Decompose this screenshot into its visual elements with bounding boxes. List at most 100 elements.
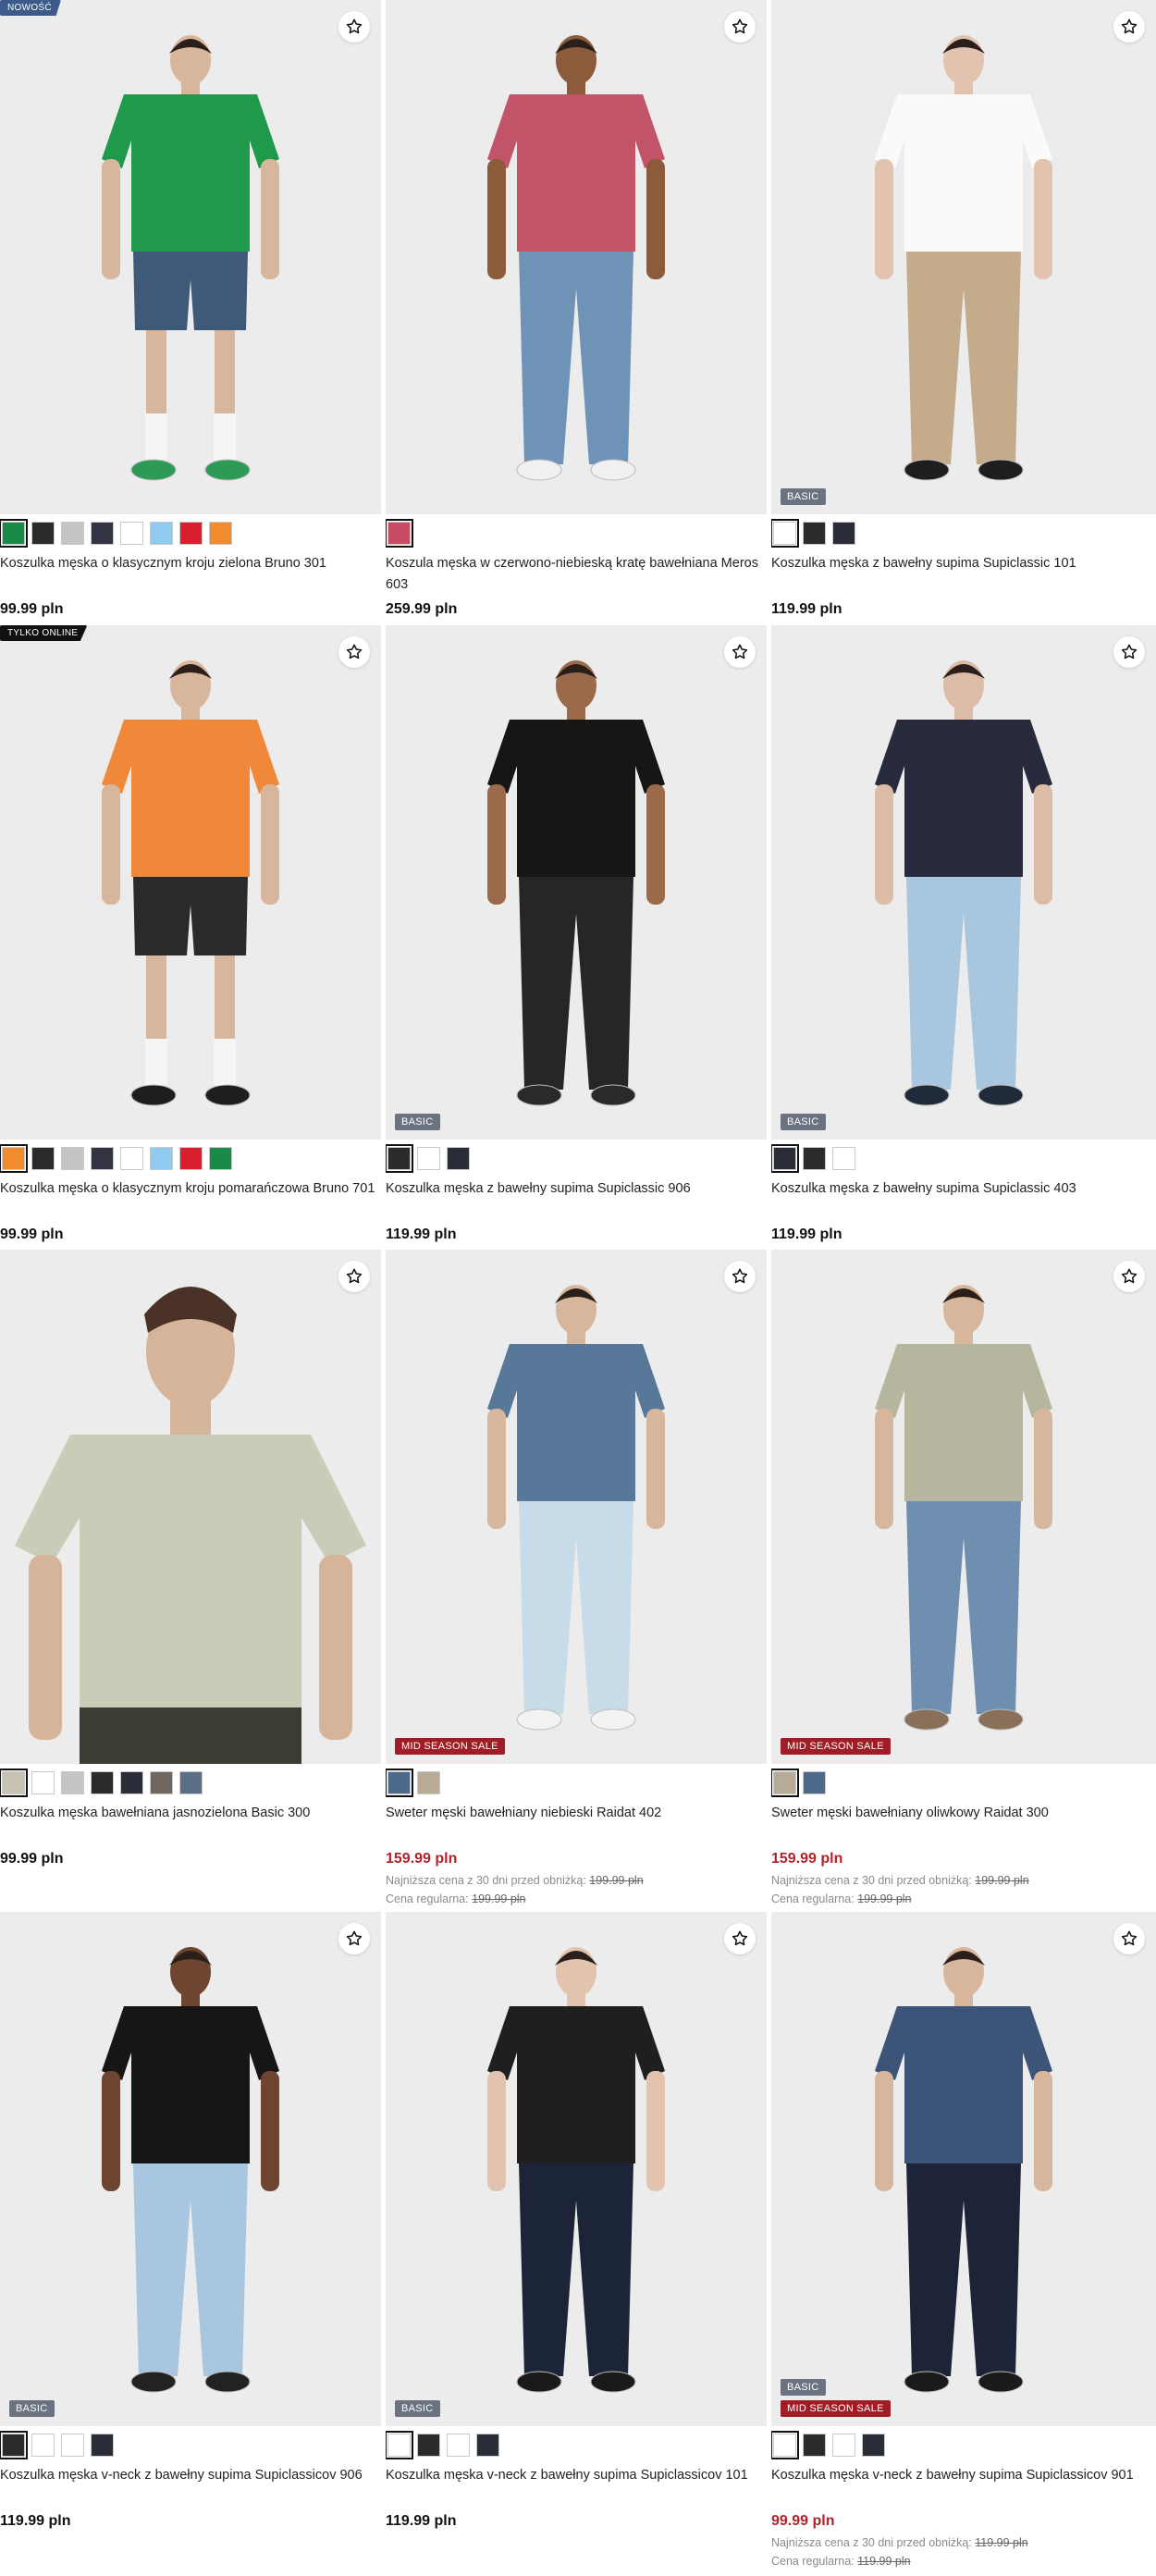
color-swatch[interactable] — [862, 2434, 885, 2457]
product-image[interactable]: NOWOŚĆ — [0, 0, 381, 514]
color-swatch[interactable] — [832, 522, 855, 545]
add-to-favorites-button[interactable] — [338, 1261, 370, 1292]
color-swatch[interactable] — [61, 1147, 84, 1170]
add-to-favorites-button[interactable] — [338, 11, 370, 43]
color-swatch[interactable] — [179, 1147, 203, 1170]
color-swatch[interactable] — [179, 1771, 203, 1794]
color-swatch[interactable] — [447, 2434, 470, 2457]
product-image[interactable]: BASIC MID SEASON SALE — [771, 1912, 1156, 2426]
product-card[interactable]: NOWOŚĆ Koszulka męska o klasycznym kroju … — [0, 0, 381, 625]
color-swatch[interactable] — [0, 1144, 28, 1173]
color-swatch[interactable] — [61, 2434, 84, 2457]
product-name[interactable]: Koszulka męska v-neck z bawełny supima S… — [386, 2465, 767, 2486]
add-to-favorites-button[interactable] — [724, 1261, 756, 1292]
product-image[interactable]: TYLKO ONLINE — [0, 625, 381, 1140]
color-swatch[interactable] — [150, 522, 173, 545]
product-name[interactable]: Koszulka męska z bawełny supima Supiclas… — [771, 1178, 1156, 1200]
product-name[interactable]: Sweter męski bawełniany oliwkowy Raidat … — [771, 1803, 1156, 1824]
product-name[interactable]: Koszulka męska o klasycznym kroju pomara… — [0, 1178, 381, 1200]
product-image[interactable]: BASIC — [386, 1912, 767, 2426]
color-swatch[interactable] — [771, 1769, 799, 1797]
product-card[interactable]: BASIC Koszulka męska v-neck z bawełny sup… — [0, 1912, 381, 2576]
color-swatch[interactable] — [386, 1769, 413, 1797]
color-swatch[interactable] — [771, 1144, 799, 1173]
color-swatch[interactable] — [31, 2434, 55, 2457]
color-swatch[interactable] — [417, 2434, 440, 2457]
product-card[interactable]: BASIC Koszulka męska z bawełny supima Sup… — [771, 0, 1156, 625]
product-name[interactable]: Koszulka męska z bawełny supima Supiclas… — [771, 553, 1156, 574]
color-swatch[interactable] — [0, 1769, 28, 1797]
product-image[interactable]: MID SEASON SALE — [386, 1250, 767, 1764]
color-swatch[interactable] — [0, 519, 28, 548]
product-name[interactable]: Koszulka męska o klasycznym kroju zielon… — [0, 553, 381, 574]
color-swatch[interactable] — [832, 1147, 855, 1170]
add-to-favorites-button[interactable] — [1113, 11, 1145, 43]
add-to-favorites-button[interactable] — [724, 636, 756, 668]
product-image[interactable]: BASIC — [771, 625, 1156, 1140]
color-swatch[interactable] — [150, 1771, 173, 1794]
color-swatches — [771, 1769, 826, 1797]
product-card[interactable]: BASIC MID SEASON SALE Koszulka męska v-nec… — [771, 1912, 1156, 2576]
add-to-favorites-button[interactable] — [1113, 1261, 1145, 1292]
color-swatch[interactable] — [476, 2434, 499, 2457]
color-swatch[interactable] — [31, 522, 55, 545]
color-swatch[interactable] — [120, 522, 143, 545]
color-swatch[interactable] — [120, 1147, 143, 1170]
color-swatch[interactable] — [150, 1147, 173, 1170]
color-swatch[interactable] — [31, 1147, 55, 1170]
product-image[interactable]: MID SEASON SALE — [771, 1250, 1156, 1764]
color-swatch[interactable] — [803, 1147, 826, 1170]
add-to-favorites-button[interactable] — [1113, 1923, 1145, 1954]
color-swatch[interactable] — [91, 2434, 114, 2457]
product-name[interactable]: Koszulka męska bawełniana jasnozielona B… — [0, 1803, 381, 1824]
color-swatch[interactable] — [31, 1771, 55, 1794]
color-swatch[interactable] — [179, 522, 203, 545]
product-name[interactable]: Koszula męska w czerwono-niebieską kratę… — [386, 553, 767, 596]
color-swatch[interactable] — [386, 1144, 413, 1173]
add-to-favorites-button[interactable] — [1113, 636, 1145, 668]
product-card[interactable]: BASIC Koszulka męska z bawełny supima Sup… — [771, 625, 1156, 1250]
color-swatch[interactable] — [417, 1771, 440, 1794]
product-card[interactable]: TYLKO ONLINE Koszulka męska o klasycznym … — [0, 625, 381, 1250]
color-swatch[interactable] — [61, 522, 84, 545]
add-to-favorites-button[interactable] — [724, 1923, 756, 1954]
product-name[interactable]: Koszulka męska z bawełny supima Supiclas… — [386, 1178, 767, 1200]
color-swatch[interactable] — [771, 2431, 799, 2459]
color-swatch[interactable] — [417, 1147, 440, 1170]
add-to-favorites-button[interactable] — [724, 11, 756, 43]
color-swatch[interactable] — [209, 522, 232, 545]
product-photo-illustration — [771, 1250, 1156, 1764]
product-image[interactable]: BASIC — [386, 625, 767, 1140]
product-card[interactable]: MID SEASON SALE Sweter męski bawełniany o… — [771, 1250, 1156, 1912]
color-swatch[interactable] — [91, 1771, 114, 1794]
color-swatch[interactable] — [803, 2434, 826, 2457]
product-card[interactable]: BASIC Koszulka męska v-neck z bawełny sup… — [386, 1912, 767, 2576]
color-swatch[interactable] — [386, 519, 413, 548]
product-badges: MID SEASON SALE — [395, 1738, 505, 1755]
color-swatch[interactable] — [61, 1771, 84, 1794]
product-card[interactable]: BASIC Koszulka męska z bawełny supima Sup… — [386, 625, 767, 1250]
color-swatch[interactable] — [91, 1147, 114, 1170]
product-name[interactable]: Sweter męski bawełniany niebieski Raidat… — [386, 1803, 767, 1824]
add-to-favorites-button[interactable] — [338, 1923, 370, 1954]
color-swatch[interactable] — [803, 1771, 826, 1794]
color-swatch[interactable] — [832, 2434, 855, 2457]
color-swatch[interactable] — [209, 1147, 232, 1170]
color-swatch[interactable] — [386, 2431, 413, 2459]
product-card[interactable]: Koszulka męska bawełniana jasnozielona B… — [0, 1250, 381, 1912]
color-swatch[interactable] — [803, 522, 826, 545]
product-image[interactable]: BASIC — [771, 0, 1156, 514]
color-swatch[interactable] — [0, 2431, 28, 2459]
color-swatch[interactable] — [771, 519, 799, 548]
color-swatch[interactable] — [120, 1771, 143, 1794]
product-card[interactable]: Koszula męska w czerwono-niebieską kratę… — [386, 0, 767, 625]
add-to-favorites-button[interactable] — [338, 636, 370, 668]
product-card[interactable]: MID SEASON SALE Sweter męski bawełniany n… — [386, 1250, 767, 1912]
product-image[interactable]: BASIC — [0, 1912, 381, 2426]
color-swatch[interactable] — [447, 1147, 470, 1170]
product-image[interactable] — [386, 0, 767, 514]
product-name[interactable]: Koszulka męska v-neck z bawełny supima S… — [0, 2465, 381, 2486]
product-image[interactable] — [0, 1250, 381, 1764]
color-swatch[interactable] — [91, 522, 114, 545]
product-name[interactable]: Koszulka męska v-neck z bawełny supima S… — [771, 2465, 1156, 2486]
